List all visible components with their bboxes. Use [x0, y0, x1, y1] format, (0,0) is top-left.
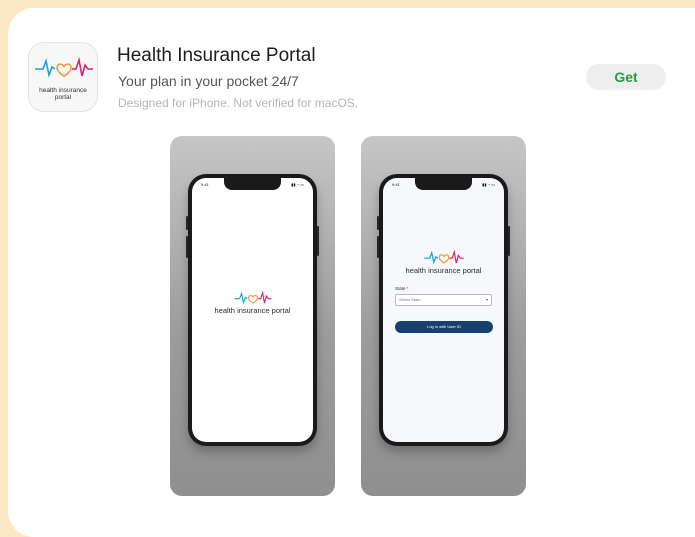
- app-icon-text-line2: portal: [54, 94, 72, 101]
- login-logo-text: health insurance portal: [405, 266, 482, 275]
- compatibility-note: Designed for iPhone. Not verified for ma…: [118, 96, 359, 110]
- app-icon[interactable]: health insurance portal: [28, 42, 98, 112]
- login-logo: health insurance portal: [383, 250, 504, 275]
- screenshot-1[interactable]: 9:41 ▮▮ ◔ ▭ health insurance portal: [170, 136, 335, 496]
- get-button[interactable]: Get: [586, 64, 666, 90]
- status-time: 9:41: [392, 182, 400, 187]
- login-button[interactable]: Log in with User ID: [395, 321, 493, 333]
- splash-logo-text: health insurance portal: [214, 306, 291, 315]
- phone-screen: 9:41 ▮▮ ◔ ▭ health insurance portal: [192, 178, 313, 442]
- phone-side-button: [508, 226, 510, 256]
- required-marker: *: [406, 286, 409, 291]
- heartbeat-logo-icon: [35, 57, 93, 78]
- screenshot-2[interactable]: 9:41 ▮▮ ◔ ▭ health insurance portal Stat…: [361, 136, 526, 496]
- state-select[interactable]: Select State ▾: [395, 294, 492, 306]
- app-title: Health Insurance Portal: [117, 45, 316, 66]
- phone-frame: 9:41 ▮▮ ◔ ▭ health insurance portal: [188, 174, 317, 446]
- state-label: State *: [395, 286, 409, 291]
- state-select-placeholder: Select State: [399, 297, 421, 302]
- phone-notch: [415, 178, 472, 190]
- status-time: 9:41: [201, 182, 209, 187]
- phone-frame: 9:41 ▮▮ ◔ ▭ health insurance portal Stat…: [379, 174, 508, 446]
- phone-screen: 9:41 ▮▮ ◔ ▭ health insurance portal Stat…: [383, 178, 504, 442]
- splash-logo: health insurance portal: [192, 291, 313, 315]
- status-icons: ▮▮ ◔ ▭: [291, 182, 304, 187]
- phone-notch: [224, 178, 281, 190]
- status-icons: ▮▮ ◔ ▭: [482, 182, 495, 187]
- phone-side-button: [317, 226, 319, 256]
- heartbeat-logo-icon: [234, 291, 271, 305]
- chevron-down-icon: ▾: [485, 297, 488, 302]
- app-subtitle: Your plan in your pocket 24/7: [118, 73, 299, 89]
- state-label-text: State: [395, 286, 406, 291]
- heartbeat-logo-icon: [423, 250, 464, 265]
